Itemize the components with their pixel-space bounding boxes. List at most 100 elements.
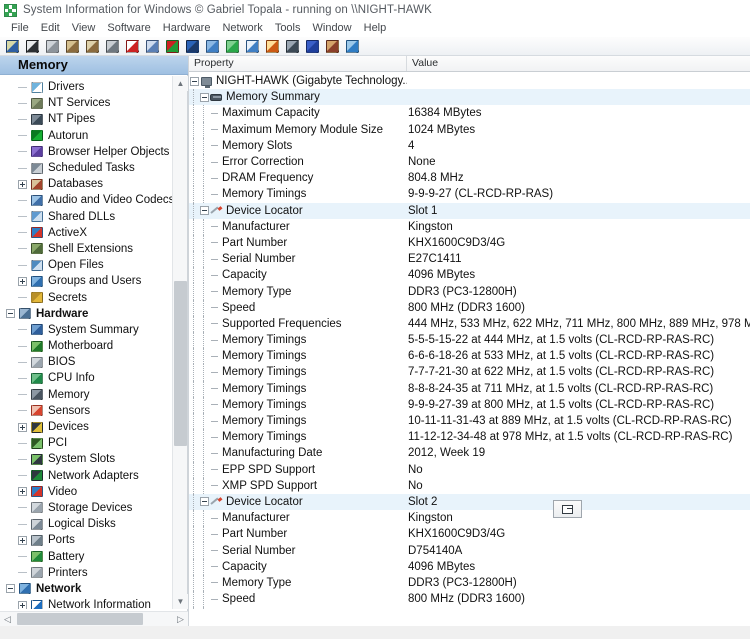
sidebar-item-databases[interactable]: Databases [0, 176, 172, 192]
table-row[interactable]: Capacity 4096 MBytes [189, 558, 750, 575]
power-button[interactable] [283, 38, 302, 55]
sidebar-item-drivers[interactable]: Drivers [0, 79, 172, 95]
sidebar-item-nt-pipes[interactable]: NT Pipes [0, 111, 172, 127]
collapse-icon[interactable] [4, 584, 17, 594]
expand-icon[interactable] [16, 422, 29, 432]
sidebar-item-activex[interactable]: ActiveX [0, 225, 172, 241]
tree-scroll-down-button[interactable]: ▼ [173, 594, 188, 609]
details-list[interactable]: NIGHT-HAWK (Gigabyte Technology... Memory… [189, 73, 750, 609]
table-row[interactable]: Memory Summary [189, 89, 750, 106]
document-button[interactable] [243, 38, 262, 55]
expand-icon[interactable] [16, 600, 29, 609]
table-row[interactable]: Memory Timings 10-11-11-31-43 at 889 MHz,… [189, 412, 750, 430]
sidebar-item-audio-and-video-codecs[interactable]: Audio and Video Codecs [0, 192, 172, 208]
collapse-icon[interactable] [199, 203, 209, 219]
export-report-button[interactable] [553, 500, 582, 518]
sidebar-item-logical-disks[interactable]: Logical Disks [0, 516, 172, 532]
paste-button[interactable] [83, 38, 102, 55]
sidebar-item-scheduled-tasks[interactable]: Scheduled Tasks [0, 160, 172, 176]
table-row[interactable]: Manufacturing Date 2012, Week 19 [189, 445, 750, 462]
sidebar-item-battery[interactable]: Battery [0, 548, 172, 564]
copy-button[interactable] [63, 38, 82, 55]
tree-hscroll-track[interactable] [15, 612, 173, 626]
sidebar-item-network-adapters[interactable]: Network Adapters [0, 468, 172, 484]
sidebar-item-network[interactable]: Network [0, 581, 172, 597]
table-row[interactable]: Memory Type DDR3 (PC3-12800H) [189, 574, 750, 591]
table-row[interactable]: EPP SPD Support No [189, 461, 750, 478]
sidebar-item-bios[interactable]: BIOS [0, 354, 172, 370]
expand-icon[interactable] [16, 535, 29, 545]
table-row[interactable]: Memory Timings 9-9-9-27-39 at 800 MHz, at… [189, 396, 750, 413]
sidebar-item-ports[interactable]: Ports [0, 532, 172, 548]
save-button[interactable] [23, 38, 42, 55]
menu-software[interactable]: Software [101, 20, 156, 37]
table-row[interactable]: Maximum Memory Module Size 1024 MBytes [189, 121, 750, 138]
benchmark-button[interactable] [163, 38, 182, 55]
sidebar-item-autorun[interactable]: Autorun [0, 128, 172, 144]
table-row[interactable]: Error Correction None [189, 153, 750, 171]
print-button[interactable] [103, 38, 122, 55]
table-row[interactable]: Memory Timings 6-6-6-18-26 at 533 MHz, at… [189, 348, 750, 365]
exit-button[interactable] [3, 38, 22, 55]
expand-icon[interactable] [16, 487, 29, 497]
sidebar-item-nt-services[interactable]: NT Services [0, 95, 172, 111]
table-row[interactable]: Supported Frequencies444 MHz, 533 MHz, 6… [189, 315, 750, 332]
sidebar-item-browser-helper-objects[interactable]: Browser Helper Objects [0, 144, 172, 160]
table-row[interactable]: Memory Timings 5-5-5-15-22 at 444 MHz, at… [189, 332, 750, 349]
navigation-tree[interactable]: Drivers NT Services NT Pipes Autorun Browser… [0, 76, 172, 609]
table-row[interactable]: NIGHT-HAWK (Gigabyte Technology... [189, 73, 750, 89]
tree-scroll-right-button[interactable]: ▷ [173, 612, 188, 626]
tree-scroll-up-button[interactable]: ▲ [173, 76, 188, 91]
table-row[interactable]: Manufacturer Kingston [189, 510, 750, 527]
eureka-button[interactable] [263, 38, 282, 55]
sidebar-item-devices[interactable]: Devices [0, 419, 172, 435]
table-row[interactable]: Serial Number E27C1411 [189, 251, 750, 268]
monitor-info-button[interactable] [323, 38, 342, 55]
table-row[interactable]: Memory Slots 4 [189, 137, 750, 154]
sidebar-item-system-summary[interactable]: System Summary [0, 322, 172, 338]
sidebar-item-memory[interactable]: Memory [0, 387, 172, 403]
table-row[interactable]: Memory Type DDR3 (PC3-12800H) [189, 283, 750, 300]
sidebar-item-secrets[interactable]: Secrets [0, 289, 172, 305]
report-button[interactable] [143, 38, 162, 55]
collapse-icon[interactable] [4, 309, 17, 319]
table-row[interactable]: Supported Frequencies444 MHz, 533 MHz, 6… [189, 607, 750, 609]
table-row[interactable]: Memory Timings 8-8-8-24-35 at 711 MHz, at… [189, 380, 750, 397]
table-row[interactable]: Device Locator Slot 2 [189, 493, 750, 511]
cut-button[interactable] [43, 38, 62, 55]
sidebar-item-motherboard[interactable]: Motherboard [0, 338, 172, 354]
collapse-icon[interactable] [189, 73, 199, 89]
menu-help[interactable]: Help [358, 20, 393, 37]
menu-window[interactable]: Window [307, 20, 358, 37]
sidebar-item-storage-devices[interactable]: Storage Devices [0, 500, 172, 516]
tree-scroll-left-button[interactable]: ◁ [0, 612, 15, 626]
table-row[interactable]: Capacity 4096 MBytes [189, 267, 750, 284]
table-row[interactable]: Memory Timings 9-9-9-27 (CL-RCD-RP-RAS) [189, 186, 750, 203]
shield-button[interactable] [303, 38, 322, 55]
network-globe-button[interactable] [203, 38, 222, 55]
collapse-icon[interactable] [199, 494, 209, 510]
collapse-icon[interactable] [199, 89, 209, 105]
table-row[interactable]: Part Number KHX1600C9D3/4G [189, 526, 750, 543]
delete-button[interactable] [123, 38, 142, 55]
sidebar-item-sensors[interactable]: Sensors [0, 403, 172, 419]
table-row[interactable]: Speed 800 MHz (DDR3 1600) [189, 591, 750, 608]
table-row[interactable]: DRAM Frequency 804.8 MHz [189, 170, 750, 187]
tree-horizontal-scrollbar[interactable]: ◁ ▷ [0, 611, 188, 626]
table-row[interactable]: Speed 800 MHz (DDR3 1600) [189, 299, 750, 316]
expand-icon[interactable] [16, 179, 29, 189]
table-row[interactable]: Part Number KHX1600C9D3/4G [189, 234, 750, 252]
sidebar-item-video[interactable]: Video [0, 484, 172, 500]
sidebar-item-printers[interactable]: Printers [0, 565, 172, 581]
table-row[interactable]: Manufacturer Kingston [189, 218, 750, 235]
column-header-property[interactable]: Property [189, 56, 407, 71]
sidebar-item-pci[interactable]: PCI [0, 435, 172, 451]
expand-icon[interactable] [16, 276, 29, 286]
sidebar-item-network-information[interactable]: Network Information [0, 597, 172, 609]
menu-network[interactable]: Network [216, 20, 268, 37]
column-header-value[interactable]: Value [407, 56, 750, 71]
menu-view[interactable]: View [66, 20, 102, 37]
sidebar-item-groups-and-users[interactable]: Groups and Users [0, 273, 172, 289]
menu-file[interactable]: File [5, 20, 35, 37]
sidebar-item-shared-dlls[interactable]: Shared DLLs [0, 209, 172, 225]
